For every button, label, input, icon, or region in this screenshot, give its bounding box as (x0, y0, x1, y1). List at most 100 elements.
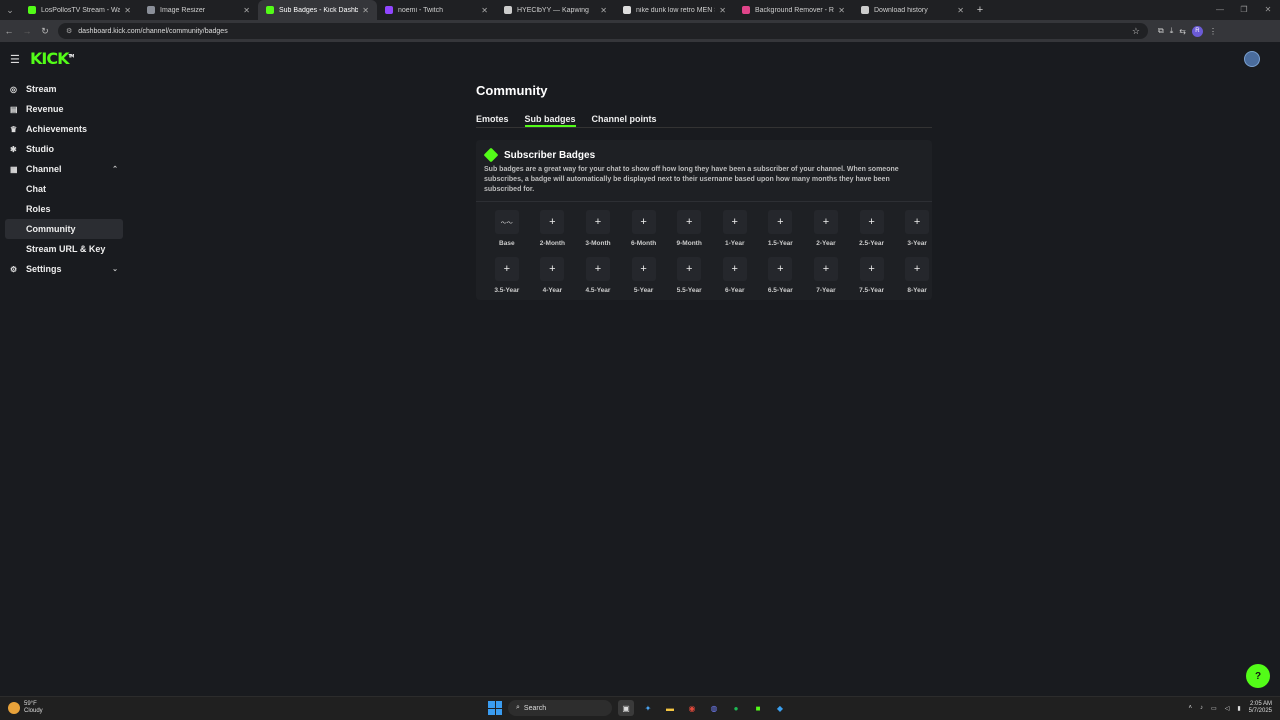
task-view-icon[interactable]: ▣ (618, 700, 634, 716)
tray-chevron-icon[interactable]: ˄ (1189, 705, 1193, 711)
add-badge-icon[interactable]: + (585, 210, 610, 234)
address-bar[interactable]: ⚙ dashboard.kick.com/channel/community/b… (58, 23, 1148, 39)
site-info-icon[interactable]: ⚙ (66, 27, 72, 35)
sidebar-item-settings[interactable]: ⚙ Settings ⌄ (5, 259, 123, 279)
sidebar-item-stream[interactable]: ◎ Stream (5, 79, 123, 99)
tab-close-icon[interactable]: ✕ (481, 6, 488, 15)
translate-icon[interactable]: ⇆ (1179, 27, 1186, 36)
add-badge-icon[interactable]: + (768, 257, 793, 281)
windows-start-icon[interactable] (488, 701, 502, 715)
browser-tab[interactable]: HYEClbYY — Kapwing ✕ (496, 0, 615, 20)
badge-slot[interactable]: +3-Year (894, 210, 940, 247)
browser-tab[interactable]: noemi - Twitch ✕ (377, 0, 496, 20)
help-chat-button[interactable]: ? (1246, 664, 1270, 688)
back-icon[interactable]: ← (0, 26, 18, 36)
battery-icon[interactable]: ▮ (1237, 705, 1240, 712)
badge-slot[interactable]: +7-Year (803, 257, 849, 294)
browser-tab[interactable]: Download history ✕ (853, 0, 972, 20)
forward-icon[interactable]: → (18, 26, 36, 36)
reload-icon[interactable]: ↻ (36, 26, 54, 37)
hamburger-menu-icon[interactable]: ☰ (10, 53, 20, 66)
kick-app-icon[interactable]: ■ (750, 700, 766, 716)
badge-slot[interactable]: +1.5-Year (758, 210, 804, 247)
chevron-up-icon[interactable]: ⌃ (112, 165, 118, 173)
minimize-icon[interactable]: — (1208, 0, 1232, 20)
badge-slot[interactable]: +4-Year (530, 257, 576, 294)
sidebar-item-roles[interactable]: Roles (5, 199, 123, 219)
add-badge-icon[interactable]: + (813, 257, 838, 281)
badge-slot[interactable]: +5-Year (621, 257, 667, 294)
add-badge-icon[interactable]: + (585, 257, 610, 281)
badge-slot[interactable]: +2-Year (803, 210, 849, 247)
badge-slot[interactable]: +3-Month (575, 210, 621, 247)
sidebar-item-community[interactable]: Community (5, 219, 123, 239)
browser-tab[interactable]: LosPollosTV Stream - Watch Li✕ (20, 0, 139, 20)
add-badge-icon[interactable]: + (722, 257, 747, 281)
file-explorer-icon[interactable]: ▬ (662, 700, 678, 716)
add-badge-icon[interactable]: + (859, 257, 884, 281)
tab-close-icon[interactable]: ✕ (243, 6, 250, 15)
chrome-icon[interactable]: ◉ (684, 700, 700, 716)
taskbar-search[interactable]: ⌕ Search (508, 700, 612, 716)
add-badge-icon[interactable]: + (813, 210, 838, 234)
badge-slot[interactable]: +6-Month (621, 210, 667, 247)
tab-sub-badges[interactable]: Sub badges (524, 114, 576, 127)
bookmark-star-icon[interactable]: ☆ (1132, 26, 1140, 37)
tab-emotes[interactable]: Emotes (476, 114, 509, 127)
badge-slot[interactable]: +2-Month (530, 210, 576, 247)
add-badge-icon[interactable]: + (722, 210, 747, 234)
sidebar-item-stream-url-key[interactable]: Stream URL & Key (5, 239, 123, 259)
tab-search-icon[interactable]: ⌄ (0, 0, 20, 20)
discord-icon[interactable]: ◍ (706, 700, 722, 716)
tab-close-icon[interactable]: ✕ (957, 6, 964, 15)
browser-tab[interactable]: Image Resizer ✕ (139, 0, 258, 20)
add-badge-icon[interactable]: + (677, 257, 702, 281)
badge-slot[interactable]: ～～ Base (484, 210, 530, 247)
badge-slot[interactable]: +4.5-Year (575, 257, 621, 294)
extensions-icon[interactable]: ⧉ (1158, 26, 1164, 36)
badge-slot[interactable]: +6-Year (712, 257, 758, 294)
base-badge-icon[interactable]: ～～ (494, 210, 519, 234)
tab-channel-points[interactable]: Channel points (592, 114, 657, 127)
badge-slot[interactable]: +7.5-Year (849, 257, 895, 294)
tab-close-icon[interactable]: ✕ (362, 6, 369, 15)
add-badge-icon[interactable]: + (768, 210, 793, 234)
downloads-icon[interactable]: ⤓ (1170, 26, 1174, 36)
sidebar-item-achievements[interactable]: ♛ Achievements (5, 119, 123, 139)
badge-slot[interactable]: +2.5-Year (849, 210, 895, 247)
browser-tab[interactable]: Sub Badges - Kick Dashboard✕ (258, 0, 377, 20)
tab-close-icon[interactable]: ✕ (838, 6, 845, 15)
tab-close-icon[interactable]: ✕ (600, 6, 607, 15)
badge-slot[interactable]: +5.5-Year (666, 257, 712, 294)
weather-widget[interactable]: 59°F Cloudy (8, 701, 43, 715)
volume-icon[interactable]: ◁ (1225, 705, 1230, 712)
microphone-icon[interactable]: ♪ (1200, 705, 1203, 711)
add-badge-icon[interactable]: + (677, 210, 702, 234)
add-badge-icon[interactable]: + (631, 210, 656, 234)
add-badge-icon[interactable]: + (540, 257, 565, 281)
browser-tab[interactable]: Background Remover - Remove ✕ (734, 0, 853, 20)
sidebar-item-revenue[interactable]: ▤ Revenue (5, 99, 123, 119)
clock[interactable]: 2:05 AM 5/7/2025 (1249, 701, 1272, 715)
add-badge-icon[interactable]: + (540, 210, 565, 234)
add-badge-icon[interactable]: + (859, 210, 884, 234)
add-badge-icon[interactable]: + (905, 210, 930, 234)
tab-close-icon[interactable]: ✕ (124, 6, 131, 15)
new-tab-button[interactable]: + (972, 4, 988, 16)
badge-slot[interactable]: +8-Year (894, 257, 940, 294)
sidebar-item-channel[interactable]: ▦ Channel ⌃ (5, 159, 123, 179)
menu-dots-icon[interactable]: ⋮ (1209, 27, 1217, 36)
tab-close-icon[interactable]: ✕ (719, 6, 726, 15)
network-icon[interactable]: ▭ (1211, 705, 1217, 712)
user-avatar[interactable] (1244, 51, 1260, 67)
app-icon[interactable]: ◆ (772, 700, 788, 716)
maximize-icon[interactable]: ❐ (1232, 0, 1256, 20)
badge-slot[interactable]: +9-Month (666, 210, 712, 247)
badge-slot[interactable]: +3.5-Year (484, 257, 530, 294)
kick-logo[interactable]: KICKTM (30, 49, 74, 68)
close-window-icon[interactable]: ✕ (1256, 0, 1280, 20)
copilot-icon[interactable]: ✦ (640, 700, 656, 716)
sidebar-item-chat[interactable]: Chat (5, 179, 123, 199)
profile-avatar[interactable]: R (1191, 25, 1203, 37)
add-badge-icon[interactable]: + (494, 257, 519, 281)
